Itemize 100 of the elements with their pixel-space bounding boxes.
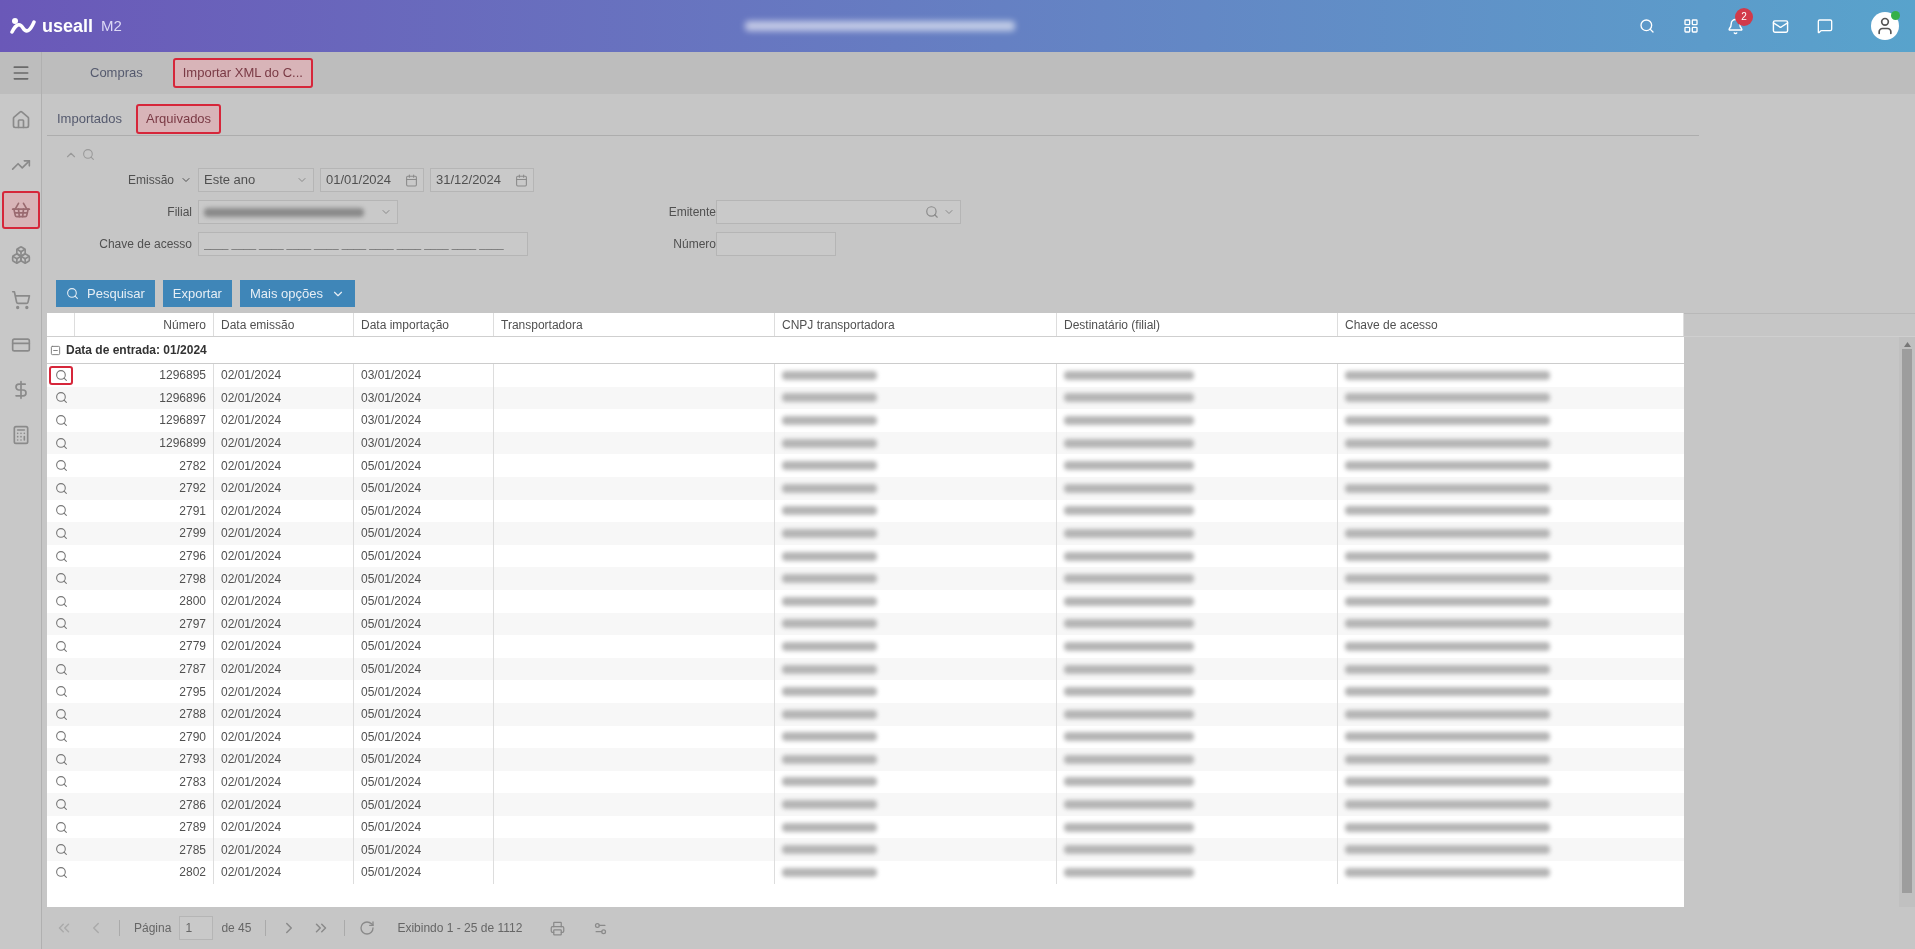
mail-icon[interactable] xyxy=(1772,17,1789,35)
table-cell: 02/01/2024 xyxy=(214,454,354,477)
calendar-icon[interactable] xyxy=(405,173,418,187)
search-icon xyxy=(54,662,68,676)
table-cell: 02/01/2024 xyxy=(214,476,354,500)
date-field[interactable]: 01/01/2024 xyxy=(320,168,424,192)
scrollbar[interactable] xyxy=(1899,337,1915,907)
table-cell: 02/01/2024 xyxy=(214,589,354,613)
search-icon xyxy=(54,639,68,653)
calendar-icon[interactable] xyxy=(515,173,528,187)
pager-label: Página xyxy=(134,920,172,937)
page-total: de 45 xyxy=(221,920,252,937)
print-icon[interactable] xyxy=(550,920,566,936)
page-field[interactable]: 1 xyxy=(179,916,214,940)
search-icon xyxy=(54,730,68,744)
table-cell: 02/01/2024 xyxy=(214,409,354,432)
search-icon xyxy=(54,459,68,473)
logo-text: useall xyxy=(42,14,94,38)
notification-badge: 2 xyxy=(1735,7,1753,26)
group-header: Data de entrada: 01/2024 xyxy=(66,342,207,359)
column-header[interactable]: Data importação xyxy=(354,313,494,336)
table-cell: 05/01/2024 xyxy=(354,635,494,658)
search-icon xyxy=(54,368,68,382)
table-cell: 05/01/2024 xyxy=(354,680,494,703)
table-cell: 02/01/2024 xyxy=(214,702,354,726)
access-key-field[interactable]: ____ ____ ____ ____ ____ ____ ____ ____ ____ ____ ____ xyxy=(198,232,528,256)
table-cell: 05/01/2024 xyxy=(354,748,494,771)
search-icon xyxy=(54,865,68,879)
table-cell: 02/01/2024 xyxy=(214,522,354,545)
branch-select[interactable] xyxy=(198,200,398,224)
column-header[interactable]: Transportadora xyxy=(494,313,775,336)
issuer-field[interactable] xyxy=(716,200,961,224)
field-label: Chave de acesso xyxy=(98,236,192,253)
table-cell: 02/01/2024 xyxy=(214,793,354,816)
action-button[interactable]: Pesquisar xyxy=(56,280,155,307)
search-icon xyxy=(54,504,68,518)
field-label: Filial xyxy=(166,204,192,221)
table-cell: 2788 xyxy=(75,702,214,726)
collapse-icon[interactable] xyxy=(50,344,61,356)
column-header[interactable]: Data emissão xyxy=(214,313,354,336)
tab[interactable]: Arquivados xyxy=(136,104,222,134)
search-icon xyxy=(54,414,68,427)
search-icon xyxy=(925,205,939,219)
settings-icon[interactable] xyxy=(593,920,609,936)
table-cell: 02/01/2024 xyxy=(214,635,354,658)
tab[interactable]: Compras xyxy=(80,58,153,88)
sidebar-item[interactable] xyxy=(1,191,40,229)
table-cell: 05/01/2024 xyxy=(354,454,494,477)
search-icon xyxy=(54,752,68,766)
table-cell: 05/01/2024 xyxy=(354,702,494,726)
search-icon xyxy=(54,572,68,586)
table-cell: 05/01/2024 xyxy=(354,589,494,613)
search-icon xyxy=(54,549,68,563)
chat-icon[interactable] xyxy=(1817,18,1833,34)
table-cell: 02/01/2024 xyxy=(214,680,354,703)
refresh-icon[interactable] xyxy=(359,920,376,936)
table-cell: 02/01/2024 xyxy=(214,364,354,387)
tab[interactable]: Importar XML do C... xyxy=(172,58,313,88)
table-cell: 05/01/2024 xyxy=(354,476,494,500)
search-icon xyxy=(54,820,68,834)
table-cell: 05/01/2024 xyxy=(354,861,494,884)
action-button[interactable]: Mais opções xyxy=(239,280,355,307)
search-icon xyxy=(54,617,68,631)
field-label: Emitente xyxy=(667,204,716,221)
grid-icon[interactable] xyxy=(1683,18,1699,34)
table-cell: 02/01/2024 xyxy=(214,748,354,771)
tab[interactable]: Importados xyxy=(47,104,133,134)
table-cell: 2792 xyxy=(75,476,214,500)
search-icon xyxy=(54,436,68,450)
table-cell: 2798 xyxy=(75,567,214,590)
search-icon[interactable] xyxy=(1639,18,1655,34)
scroll-up-icon[interactable] xyxy=(1903,342,1911,347)
date-field[interactable]: 31/12/2024 xyxy=(430,168,534,192)
search-icon xyxy=(54,707,68,721)
column-header[interactable]: CNPJ transportadora xyxy=(775,313,1057,336)
logo-suffix: M2 xyxy=(101,15,122,36)
search-icon[interactable] xyxy=(82,148,95,161)
field-label: Número xyxy=(672,236,716,253)
cart-icon xyxy=(10,290,31,310)
table-cell: 2779 xyxy=(75,635,214,658)
basket-icon xyxy=(10,200,31,220)
search-icon xyxy=(66,287,79,300)
table-cell: 05/01/2024 xyxy=(354,522,494,545)
pager-summary: Exibindo 1 - 25 de 1112 xyxy=(397,920,523,937)
logo-icon xyxy=(10,16,36,36)
view-button[interactable] xyxy=(49,365,73,385)
search-icon xyxy=(54,391,68,405)
period-select[interactable]: Este ano xyxy=(198,168,314,192)
avatar[interactable] xyxy=(1871,12,1899,40)
search-icon xyxy=(54,798,68,812)
search-icon xyxy=(54,685,68,699)
column-header[interactable]: Destinatário (filial) xyxy=(1057,313,1338,336)
table-cell: 2786 xyxy=(75,793,214,816)
table-cell: 2782 xyxy=(75,454,214,477)
search-icon xyxy=(54,775,68,789)
action-button[interactable]: Exportar xyxy=(162,280,232,307)
field-label: Emissão xyxy=(128,172,174,189)
search-icon xyxy=(54,843,68,857)
table-cell: 03/01/2024 xyxy=(354,364,494,387)
column-header[interactable]: Número xyxy=(75,313,214,336)
